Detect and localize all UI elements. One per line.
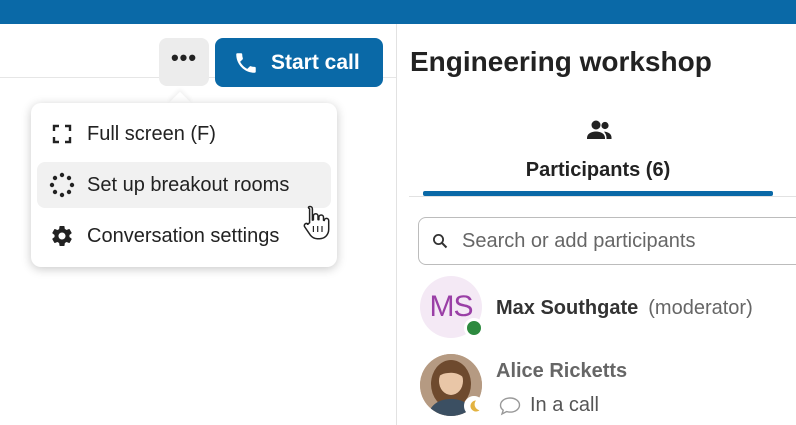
- menu-item-label: Conversation settings: [87, 224, 280, 247]
- participant-row[interactable]: Alice Ricketts In a call: [420, 354, 796, 418]
- top-bar: [0, 0, 796, 24]
- gear-icon: [49, 223, 75, 249]
- menu-item-full-screen[interactable]: Full screen (F): [37, 111, 331, 157]
- participant-name-row: Max Southgate (moderator): [496, 297, 753, 320]
- participant-search: [418, 217, 796, 265]
- hand-pointer-icon: [303, 205, 330, 240]
- more-actions-button[interactable]: •••: [159, 38, 209, 86]
- search-input[interactable]: [462, 229, 782, 253]
- participant-row[interactable]: MS Max Southgate (moderator): [420, 276, 796, 340]
- menu-item-label: Set up breakout rooms: [87, 173, 290, 196]
- participant-name: Alice Ricketts: [496, 360, 628, 382]
- breakout-rooms-icon: [49, 172, 75, 198]
- people-icon: [587, 120, 612, 139]
- participant-status: In a call: [498, 394, 599, 417]
- menu-item-breakout-rooms[interactable]: Set up breakout rooms: [37, 162, 331, 208]
- more-icon: •••: [170, 45, 198, 70]
- participant-name: Max Southgate: [496, 297, 639, 319]
- search-icon: [433, 234, 448, 249]
- conversation-title: Engineering workshop: [410, 46, 712, 77]
- menu-item-label: Full screen (F): [87, 122, 216, 145]
- tab-label: Participants (6): [525, 159, 671, 181]
- fullscreen-icon: [49, 121, 75, 147]
- actions-menu: Full screen (F) Set up breakout rooms Co…: [31, 103, 337, 267]
- participant-role: (moderator): [648, 297, 753, 319]
- away-status-icon: [464, 396, 484, 416]
- tabs-divider: [409, 196, 796, 197]
- menu-item-conversation-settings[interactable]: Conversation settings: [37, 213, 331, 259]
- tab-participants[interactable]: Participants (6): [423, 115, 773, 197]
- start-call-label: Start call: [271, 50, 360, 74]
- participant-status-text: In a call: [530, 394, 599, 416]
- phone-icon: [236, 52, 256, 73]
- online-status-icon: [464, 318, 484, 338]
- start-call-button[interactable]: Start call: [215, 38, 383, 87]
- pane-separator: [396, 24, 397, 425]
- chat-bubble-icon: [499, 396, 521, 415]
